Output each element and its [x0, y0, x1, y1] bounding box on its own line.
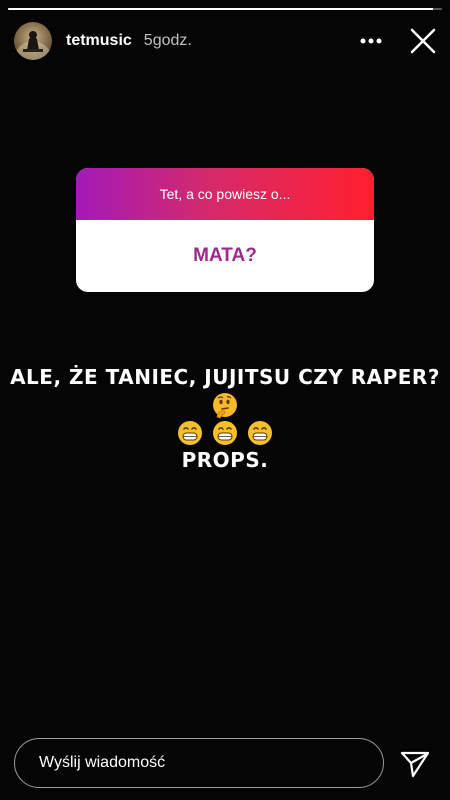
question-sticker[interactable]: Tet, a co powiesz o... MATA? — [76, 168, 374, 292]
story-text-block: ALE, ŻE TANIEC, JUJITSU CZY RAPER? PROPS… — [0, 364, 450, 473]
close-icon — [410, 28, 436, 54]
story-text-line-2 — [0, 419, 450, 448]
story-username[interactable]: tetmusic — [66, 32, 132, 50]
story-text-line-1: ALE, ŻE TANIEC, JUJITSU CZY RAPER? — [0, 364, 450, 419]
grinning-face-icon — [248, 421, 273, 445]
story-progress-fill — [8, 8, 434, 10]
more-dots-icon — [360, 38, 382, 44]
story-text-line-3: PROPS. — [181, 448, 269, 472]
more-options-button[interactable] — [356, 26, 386, 56]
story-viewer: tetmusic 5godz. Tet, a co powiesz o... M… — [0, 0, 450, 800]
grinning-face-icon — [213, 421, 237, 445]
avatar-person-icon — [14, 31, 52, 60]
avatar[interactable] — [14, 22, 52, 60]
story-text-line-1-text: ALE, ŻE TANIEC, JUJITSU CZY RAPER? — [10, 365, 440, 389]
question-prompt: Tet, a co powiesz o... — [76, 168, 374, 220]
story-header: tetmusic 5godz. — [14, 20, 436, 62]
close-button[interactable] — [408, 26, 438, 56]
story-time-ago: 5godz. — [143, 32, 192, 49]
grinning-face-icon — [177, 421, 202, 445]
send-button[interactable] — [398, 748, 432, 780]
send-message-input[interactable]: Wyślij wiadomość — [14, 738, 384, 788]
thinking-face-icon — [213, 392, 237, 418]
send-message-placeholder: Wyślij wiadomość — [39, 754, 166, 771]
question-answer: MATA? — [193, 245, 257, 266]
paper-plane-icon — [400, 751, 430, 778]
story-progress-bar — [8, 8, 442, 10]
